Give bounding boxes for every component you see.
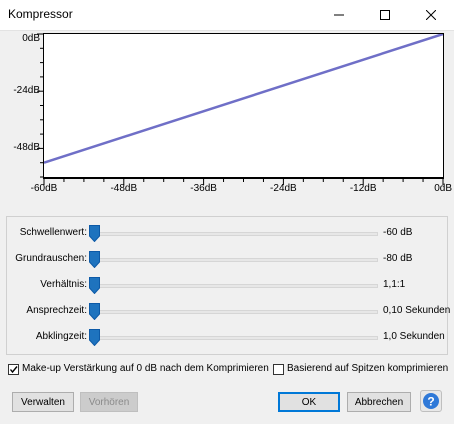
- x-tick-label: 0dB: [434, 183, 452, 194]
- x-tick-label: -60dB: [30, 183, 58, 194]
- slider-label: Ansprechzeit:: [26, 305, 87, 316]
- slider-value: 1,0 Sekunden: [383, 331, 445, 342]
- close-icon: [426, 10, 436, 20]
- slider-thumb[interactable]: [89, 329, 100, 346]
- slider-value: -60 dB: [383, 227, 413, 238]
- y-tick-label: -48dB: [13, 142, 40, 154]
- slider-track[interactable]: [93, 258, 378, 262]
- makeup-gain-label: Make-up Verstärkung auf 0 dB nach dem Ko…: [22, 363, 269, 374]
- slider-value: 1,1:1: [383, 279, 406, 290]
- manage-button[interactable]: Verwalten: [12, 392, 74, 412]
- minimize-icon: [334, 14, 344, 16]
- slider-row: Abklingzeit: 1,0 Sekunden: [7, 328, 449, 348]
- window-title: Kompressor: [8, 7, 73, 21]
- slider-label: Grundrauschen:: [15, 253, 87, 264]
- checkmark-icon: [9, 366, 18, 374]
- title-bar: Kompressor: [0, 0, 454, 30]
- cancel-button[interactable]: Abbrechen: [347, 392, 411, 412]
- slider-thumb[interactable]: [89, 251, 100, 268]
- x-tick-label: -48dB: [110, 183, 138, 194]
- x-tick-label: -12dB: [349, 183, 377, 194]
- peaks-label: Basierend auf Spitzen komprimieren: [287, 363, 449, 374]
- slider-row: Verhältnis: 1,1:1: [7, 276, 449, 296]
- y-tick-label: 0dB: [22, 33, 40, 44]
- minimize-button[interactable]: [316, 0, 362, 30]
- preview-button[interactable]: Vorhören: [80, 392, 138, 412]
- slider-row: Ansprechzeit: 0,10 Sekunden: [7, 302, 451, 322]
- slider-label: Schwellenwert:: [19, 227, 87, 238]
- slider-value: -80 dB: [383, 253, 413, 264]
- svg-text:?: ?: [427, 395, 434, 409]
- title-separator: [0, 30, 454, 31]
- slider-track[interactable]: [93, 310, 378, 314]
- maximize-button[interactable]: [362, 0, 408, 30]
- x-tick-label: -24dB: [270, 183, 297, 194]
- makeup-gain-checkbox[interactable]: [8, 364, 19, 375]
- compression-curve-line: [44, 34, 443, 164]
- compression-curve-svg: [44, 34, 443, 164]
- slider-label: Verhältnis:: [40, 279, 87, 290]
- slider-thumb[interactable]: [89, 277, 100, 294]
- slider-track[interactable]: [93, 336, 378, 340]
- slider-panel: Schwellenwert: -60 dB Grundrauschen: -80 dB…: [6, 216, 451, 355]
- slider-label: Abklingzeit:: [35, 331, 87, 342]
- peaks-checkbox[interactable]: [273, 364, 284, 375]
- x-tick-label: -36dB: [190, 183, 217, 194]
- slider-value: 0,10 Sekunden: [383, 305, 451, 316]
- slider-track[interactable]: [93, 284, 378, 288]
- slider-row: Grundrauschen: -80 dB: [7, 250, 449, 270]
- help-icon: ?: [423, 393, 439, 409]
- maximize-icon: [380, 10, 390, 20]
- x-axis: [43, 178, 444, 185]
- slider-row: Schwellenwert: -60 dB: [7, 224, 449, 244]
- compression-curve-plot: [43, 33, 444, 178]
- y-tick-label: -24dB: [13, 85, 40, 97]
- ok-button[interactable]: OK: [278, 392, 340, 412]
- help-button[interactable]: ?: [420, 390, 442, 412]
- slider-track[interactable]: [93, 232, 378, 236]
- slider-thumb[interactable]: [89, 303, 100, 320]
- slider-thumb[interactable]: [89, 225, 100, 242]
- close-button[interactable]: [408, 0, 454, 30]
